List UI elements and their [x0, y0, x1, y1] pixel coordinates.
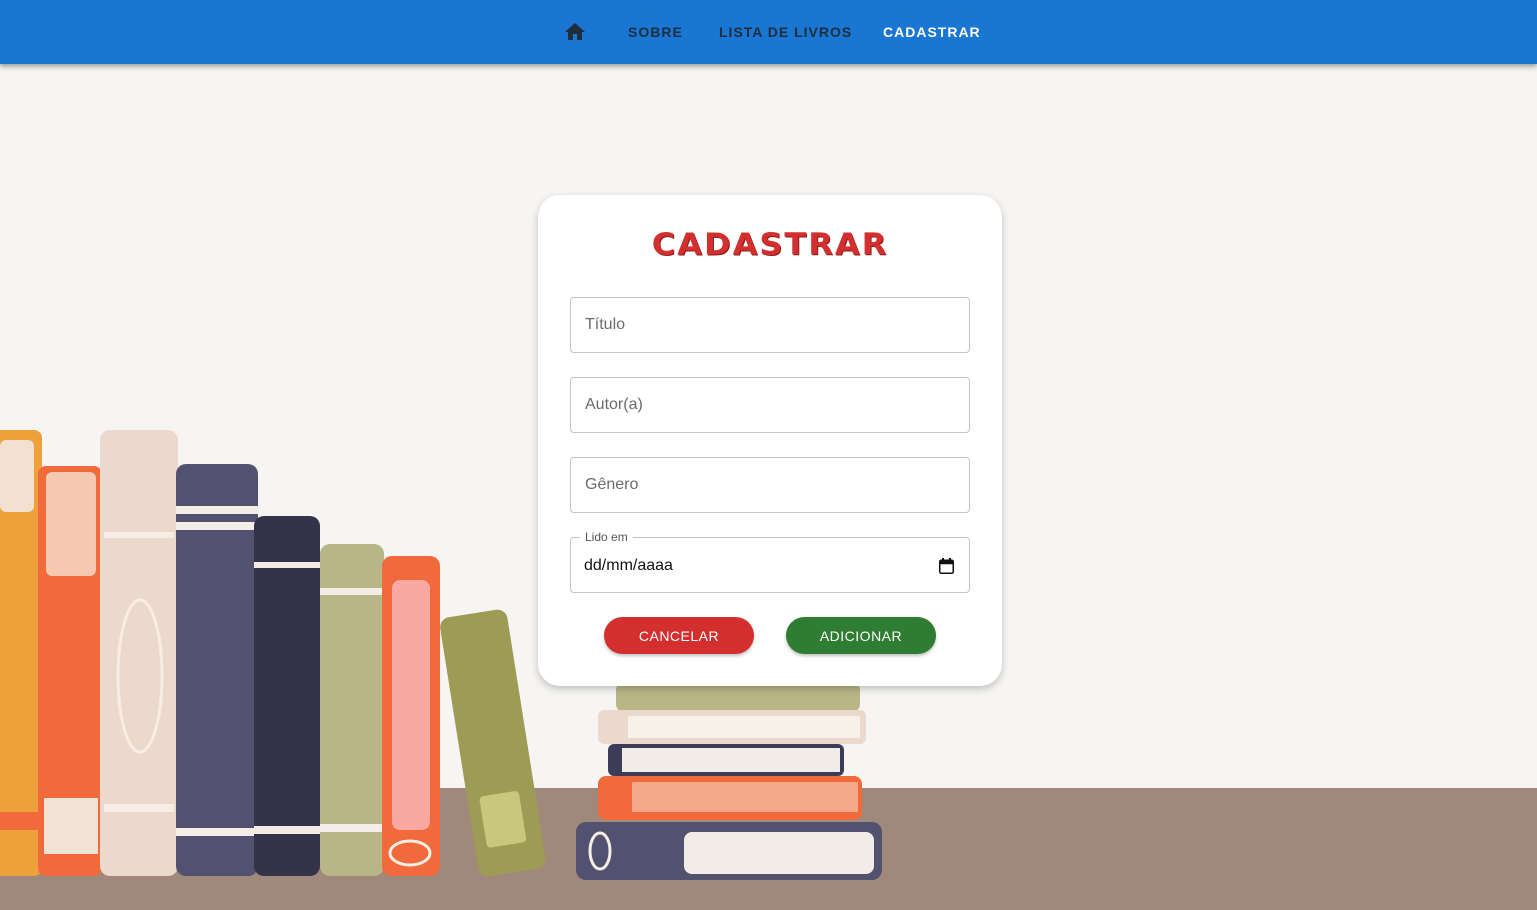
- home-icon[interactable]: [563, 20, 587, 44]
- lido-em-date-input[interactable]: Lido em dd/mm/aaaa: [570, 530, 970, 593]
- lido-em-label: Lido em: [580, 530, 633, 544]
- nav-link-sobre[interactable]: SOBRE: [628, 0, 683, 64]
- nav-link-lista-de-livros[interactable]: LISTA DE LIVROS: [719, 0, 852, 64]
- top-navbar: SOBRE LISTA DE LIVROS CADASTRAR: [0, 0, 1537, 64]
- calendar-icon[interactable]: [939, 558, 954, 574]
- nav-link-cadastrar[interactable]: CADASTRAR: [883, 0, 981, 64]
- genero-input[interactable]: [571, 458, 969, 512]
- cancel-button[interactable]: CANCELAR: [604, 617, 754, 654]
- titulo-input[interactable]: [571, 298, 969, 352]
- titulo-field: [570, 297, 970, 353]
- add-button[interactable]: ADICIONAR: [786, 617, 936, 654]
- autor-field: [570, 377, 970, 433]
- form-title: CADASTRAR: [651, 225, 889, 263]
- lido-em-value: dd/mm/aaaa: [584, 557, 673, 574]
- autor-input[interactable]: [571, 378, 969, 432]
- register-form-card: CADASTRAR Lido em dd/mm/aaaa CANCELAR AD…: [538, 195, 1002, 686]
- genero-field: [570, 457, 970, 513]
